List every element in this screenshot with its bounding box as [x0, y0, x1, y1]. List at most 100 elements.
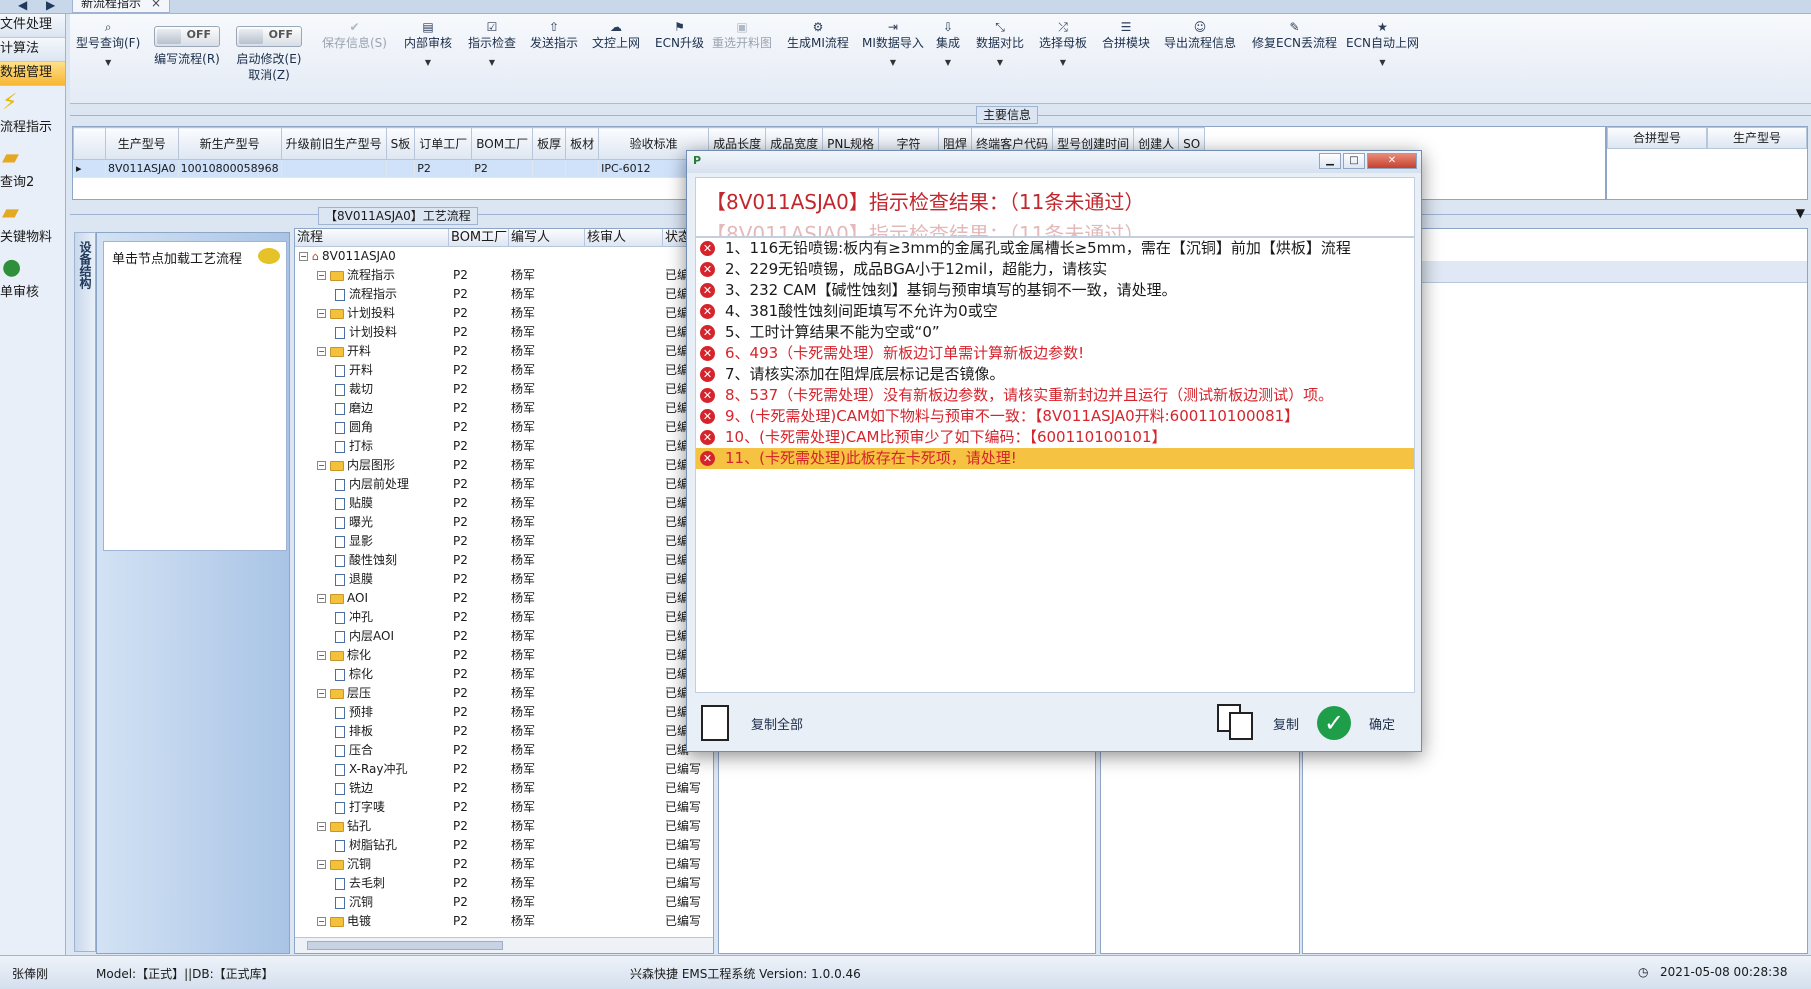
tree-row[interactable]: 曝光 P2 杨军 已编: [295, 513, 713, 532]
generate-mi-flow-button[interactable]: ⚙ 生成MI流程: [787, 20, 849, 52]
tree-row[interactable]: − 沉铜 P2 杨军 已编写: [295, 855, 713, 874]
dialog-titlebar[interactable]: P ▁ □ ✕: [687, 151, 1421, 173]
tree-node[interactable]: − 沉铜: [295, 855, 449, 874]
tree-row[interactable]: 沉铜 P2 杨军 已编写: [295, 893, 713, 912]
fix-ecn-lost-flow-button[interactable]: ✎ 修复ECN丢流程: [1252, 20, 1337, 52]
nav-item-key-material[interactable]: ▰ 关键物料: [0, 196, 65, 251]
tree-row[interactable]: − 流程指示 P2 杨军 已编: [295, 266, 713, 285]
tree-row[interactable]: 显影 P2 杨军 已编: [295, 532, 713, 551]
tree-node[interactable]: − 层压: [295, 684, 449, 703]
tree-row[interactable]: − 钻孔 P2 杨军 已编写: [295, 817, 713, 836]
ok-button[interactable]: ✓ 确定: [1317, 703, 1395, 743]
instruction-check-button[interactable]: ☑ 指示检查 ▼: [468, 20, 516, 67]
tree-expand-icon[interactable]: −: [299, 252, 308, 261]
column-header[interactable]: 核审人: [585, 229, 663, 246]
table-cell[interactable]: [532, 159, 567, 178]
tree-node[interactable]: 显影: [295, 532, 449, 551]
tree-row[interactable]: − 棕化 P2 杨军 已编: [295, 646, 713, 665]
model-query-button[interactable]: ⌕ 型号查询(F) ▼: [76, 20, 140, 67]
column-header[interactable]: 订单工厂: [414, 127, 473, 160]
column-header[interactable]: 新生产型号: [177, 127, 282, 160]
result-item[interactable]: ✕ 9、(卡死需处理)CAM如下物料与预审不一致：【8V011ASJA0开料:60…: [696, 406, 1414, 427]
nav-item-data-management[interactable]: 数据管理: [0, 62, 65, 86]
tree-node[interactable]: 棕化: [295, 665, 449, 684]
result-item[interactable]: ✕ 5、工时计算结果不能为空或“0”: [696, 322, 1414, 343]
tree-row[interactable]: 内层前处理 P2 杨军 已编: [295, 475, 713, 494]
tree-node[interactable]: 圆角: [295, 418, 449, 437]
tree-row[interactable]: 圆角 P2 杨军 已编: [295, 418, 713, 437]
result-item[interactable]: ✕ 4、381酸性蚀刻间距填写不允许为0或空: [696, 301, 1414, 322]
tree-row[interactable]: 树脂钻孔 P2 杨军 已编写: [295, 836, 713, 855]
column-header[interactable]: 板厚: [532, 127, 567, 160]
tree-node[interactable]: 计划投料: [295, 323, 449, 342]
tree-expand-icon[interactable]: −: [317, 651, 326, 660]
tree-node[interactable]: 铣边: [295, 779, 449, 798]
tree-node[interactable]: − 棕化: [295, 646, 449, 665]
result-item[interactable]: ✕ 10、(卡死需处理)CAM比预审少了如下编码：【600110100101】: [696, 427, 1414, 448]
tree-row[interactable]: 计划投料 P2 杨军 已编: [295, 323, 713, 342]
tree-node[interactable]: − 钻孔: [295, 817, 449, 836]
tree-node[interactable]: 去毛刺: [295, 874, 449, 893]
tree-node[interactable]: 裁切: [295, 380, 449, 399]
tree-expand-icon[interactable]: −: [317, 347, 326, 356]
tree-node[interactable]: 打标: [295, 437, 449, 456]
column-header[interactable]: S板: [385, 127, 416, 160]
tree-row[interactable]: 排板 P2 杨军 已编: [295, 722, 713, 741]
tab-new-flow[interactable]: 新流程指示 ×: [72, 0, 171, 13]
tree-row[interactable]: 预排 P2 杨军 已编: [295, 703, 713, 722]
nav-item-flow-instruction[interactable]: ⚡ 流程指示: [0, 86, 65, 141]
column-header[interactable]: 生产型号: [1707, 127, 1807, 149]
tree-row[interactable]: 内层AOI P2 杨军 已编: [295, 627, 713, 646]
tree-row[interactable]: − ⌂ 8V011ASJA0: [295, 247, 713, 266]
send-instruction-button[interactable]: ⇧ 发送指示: [530, 20, 578, 52]
tree-node[interactable]: 沉铜: [295, 893, 449, 912]
tree-node[interactable]: − ⌂ 8V011ASJA0: [295, 247, 449, 266]
tree-node[interactable]: 内层AOI: [295, 627, 449, 646]
result-item[interactable]: ✕ 8、537（卡死需处理）没有新板边参数，请核实重新封边并且运行（测试新板边测试…: [696, 385, 1414, 406]
result-item[interactable]: ✕ 3、232 CAM【碱性蚀刻】基铜与预审填写的基铜不一致，请处理。: [696, 280, 1414, 301]
tree-row[interactable]: 铣边 P2 杨军 已编写: [295, 779, 713, 798]
data-compare-button[interactable]: ⤡ 数据对比 ▼: [976, 20, 1024, 67]
tree-node[interactable]: 排板: [295, 722, 449, 741]
internal-review-button[interactable]: ▤ 内部审核 ▼: [404, 20, 452, 67]
tree-node[interactable]: − 电镀: [295, 912, 449, 931]
result-item[interactable]: ✕ 2、229无铅喷锡，成品BGA小于12mil，超能力，请核实: [696, 259, 1414, 280]
ecn-upgrade-button[interactable]: ⚑ ECN升级: [655, 20, 704, 52]
tree-node[interactable]: 退膜: [295, 570, 449, 589]
merge-module-button[interactable]: ☰ 合拼模块: [1102, 20, 1150, 52]
table-cell[interactable]: [280, 159, 387, 178]
tree-expand-icon[interactable]: −: [317, 594, 326, 603]
tree-node[interactable]: 开料: [295, 361, 449, 380]
tree-row[interactable]: − AOI P2 杨军 已编: [295, 589, 713, 608]
ecn-auto-online-button[interactable]: ★ ECN自动上网 ▼: [1346, 20, 1419, 67]
close-icon[interactable]: ✕: [1367, 153, 1417, 169]
column-header[interactable]: BOM工厂: [471, 127, 534, 160]
maximize-icon[interactable]: □: [1343, 153, 1365, 169]
column-header[interactable]: BOM工厂: [449, 229, 509, 246]
table-cell[interactable]: [565, 159, 600, 178]
nav-item-order-review[interactable]: ● 单审核: [0, 251, 65, 306]
column-header[interactable]: 合拼型号: [1607, 127, 1707, 149]
tree-row[interactable]: 贴膜 P2 杨军 已编: [295, 494, 713, 513]
tree-row[interactable]: − 内层图形 P2 杨军 已编: [295, 456, 713, 475]
table-cell[interactable]: P2: [414, 159, 473, 178]
minimize-icon[interactable]: ▁: [1319, 153, 1341, 169]
copy-button[interactable]: 复制: [1217, 703, 1299, 743]
nav-item-query2[interactable]: ▰ 查询2: [0, 141, 65, 196]
nav-item-calc[interactable]: 计算法: [0, 38, 65, 62]
tree-row[interactable]: 冲孔 P2 杨军 已编: [295, 608, 713, 627]
tree-node[interactable]: X-Ray冲孔: [295, 760, 449, 779]
reselect-cut-image-button[interactable]: ▣ 重选开料图: [712, 20, 772, 52]
nav-back-icon[interactable]: ◀: [18, 0, 27, 12]
export-flow-info-button[interactable]: ☺ 导出流程信息: [1164, 20, 1236, 52]
tree-row[interactable]: 酸性蚀刻 P2 杨军 已编: [295, 551, 713, 570]
select-mother-board-button[interactable]: ⤮ 选择母板 ▼: [1039, 20, 1087, 67]
tree-expand-icon[interactable]: −: [317, 689, 326, 698]
tree-row[interactable]: − 开料 P2 杨军 已编: [295, 342, 713, 361]
tree-node[interactable]: − 开料: [295, 342, 449, 361]
tree-row[interactable]: 打字唛 P2 杨军 已编写: [295, 798, 713, 817]
tree-row[interactable]: 流程指示 P2 杨军 已编: [295, 285, 713, 304]
column-header[interactable]: 流程: [295, 229, 449, 246]
start-modify-toggle[interactable]: OFF: [236, 26, 302, 47]
tree-row[interactable]: 退膜 P2 杨军 已编: [295, 570, 713, 589]
